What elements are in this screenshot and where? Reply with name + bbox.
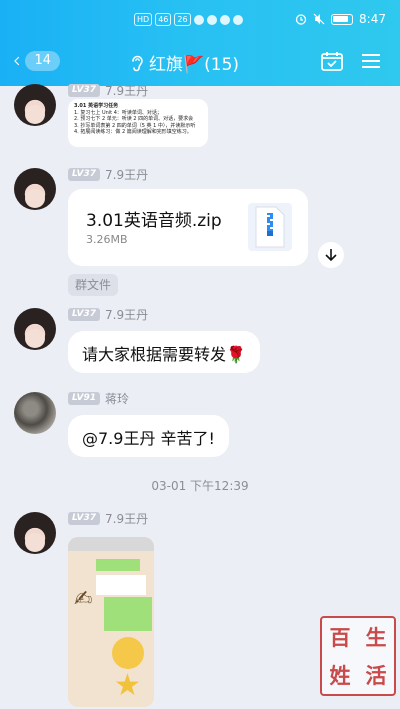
message-timestamp: 03-01 下午12:39 [151, 479, 249, 493]
doc-line: 4. 拓展阅读练习：做 2 篇阅读理解和完形填空练习。 [74, 129, 192, 135]
avatar[interactable] [14, 168, 56, 210]
sender-name: 7.9王丹 [105, 168, 149, 182]
image-chat-bubble [96, 575, 146, 595]
file-name: 3.01英语音频.zip [86, 211, 222, 231]
hd-tag: HD [134, 13, 153, 26]
sender-meta: LV91 蒋玲 [68, 390, 129, 407]
app-notification-icon [232, 14, 243, 25]
sender-name: 7.9王丹 [105, 84, 149, 98]
image-decoration: ✍ [74, 587, 93, 612]
doc-preview-image[interactable]: 3.01 英语学习任务 1. 复习七上 Unit 4：听读单词、对话； 2. 预… [68, 99, 208, 147]
file-size: 3.26MB [86, 233, 128, 246]
status-right: 8:47 [295, 12, 386, 26]
status-icons: HD 46 26 [134, 13, 243, 26]
avatar[interactable] [14, 512, 56, 554]
group-files-tag[interactable]: 群文件 [68, 274, 119, 296]
level-badge: LV37 [68, 512, 100, 525]
doc-line: 2. 预习七下 2 单元：听读 2 四的单词、对话，要求会 [74, 116, 194, 122]
message-text: 请大家根据需要转发🌹 [82, 345, 246, 364]
seal-char: 百 [329, 626, 351, 650]
nav-bar: 14 红旗🚩(15) [0, 44, 400, 80]
seal-char: 活 [365, 664, 387, 688]
chat-title: 红旗🚩(15) [149, 55, 240, 75]
sender-name: 蒋玲 [105, 392, 130, 406]
avatar[interactable] [14, 84, 56, 126]
sender-meta: LV37 7.9王丹 [68, 510, 148, 527]
message-bubble[interactable]: 请大家根据需要转发🌹 [68, 331, 260, 373]
battery-icon [331, 13, 354, 25]
image-message[interactable]: ✍ ★ [68, 537, 154, 707]
app-notification-icon [206, 14, 217, 25]
status-bar: HD 46 26 8:47 [0, 0, 400, 40]
sender-name: 7.9王丹 [105, 512, 149, 526]
level-badge: LV37 [68, 84, 100, 97]
file-card[interactable]: 3.01英语音频.zip 3.26MB [68, 189, 308, 266]
download-arrow-icon [325, 249, 337, 262]
zip-file-icon [248, 203, 292, 251]
app-notification-icon [193, 14, 204, 25]
seal-char: 姓 [329, 664, 351, 688]
level-badge: LV37 [68, 168, 100, 181]
smiley-sticker [112, 637, 144, 669]
sender-name: 7.9王丹 [105, 308, 149, 322]
chat-header: HD 46 26 8:47 14 红旗🚩(15) [0, 0, 400, 86]
sender-meta: LV37 7.9王丹 [68, 306, 148, 323]
sender-meta: LV37 7.9王丹 [68, 166, 148, 183]
message-bubble[interactable]: @7.9王丹 辛苦了! [68, 415, 229, 457]
seal-char: 生 [365, 626, 387, 650]
level-badge: LV37 [68, 308, 100, 321]
chevron-left-icon [14, 56, 20, 66]
download-button[interactable] [318, 242, 344, 268]
avatar[interactable] [14, 308, 56, 350]
image-chat-bubble [96, 559, 140, 571]
mute-icon [313, 13, 325, 25]
signal-2g-tag: 26 [174, 13, 191, 26]
sender-meta: LV37 7.9王丹 [68, 82, 148, 99]
menu-icon[interactable] [362, 53, 380, 69]
calendar-check-icon[interactable] [321, 51, 343, 71]
image-header-bar [68, 537, 154, 551]
message-text: @7.9王丹 辛苦了! [82, 429, 215, 448]
alarm-icon [295, 14, 307, 25]
level-badge: LV91 [68, 392, 100, 405]
avatar[interactable] [14, 392, 56, 434]
app-notification-icon [219, 14, 230, 25]
unread-badge: 14 [25, 51, 60, 71]
ear-icon [130, 54, 144, 72]
clock: 8:47 [359, 12, 386, 26]
signal-4g-tag: 46 [155, 13, 172, 26]
watermark-seal: 百 生 姓 活 [320, 616, 396, 696]
image-chat-bubble [104, 597, 152, 631]
star-sticker: ★ [114, 668, 141, 703]
chat-title-area[interactable]: 红旗🚩(15) [130, 50, 239, 75]
back-button[interactable]: 14 [14, 50, 60, 72]
